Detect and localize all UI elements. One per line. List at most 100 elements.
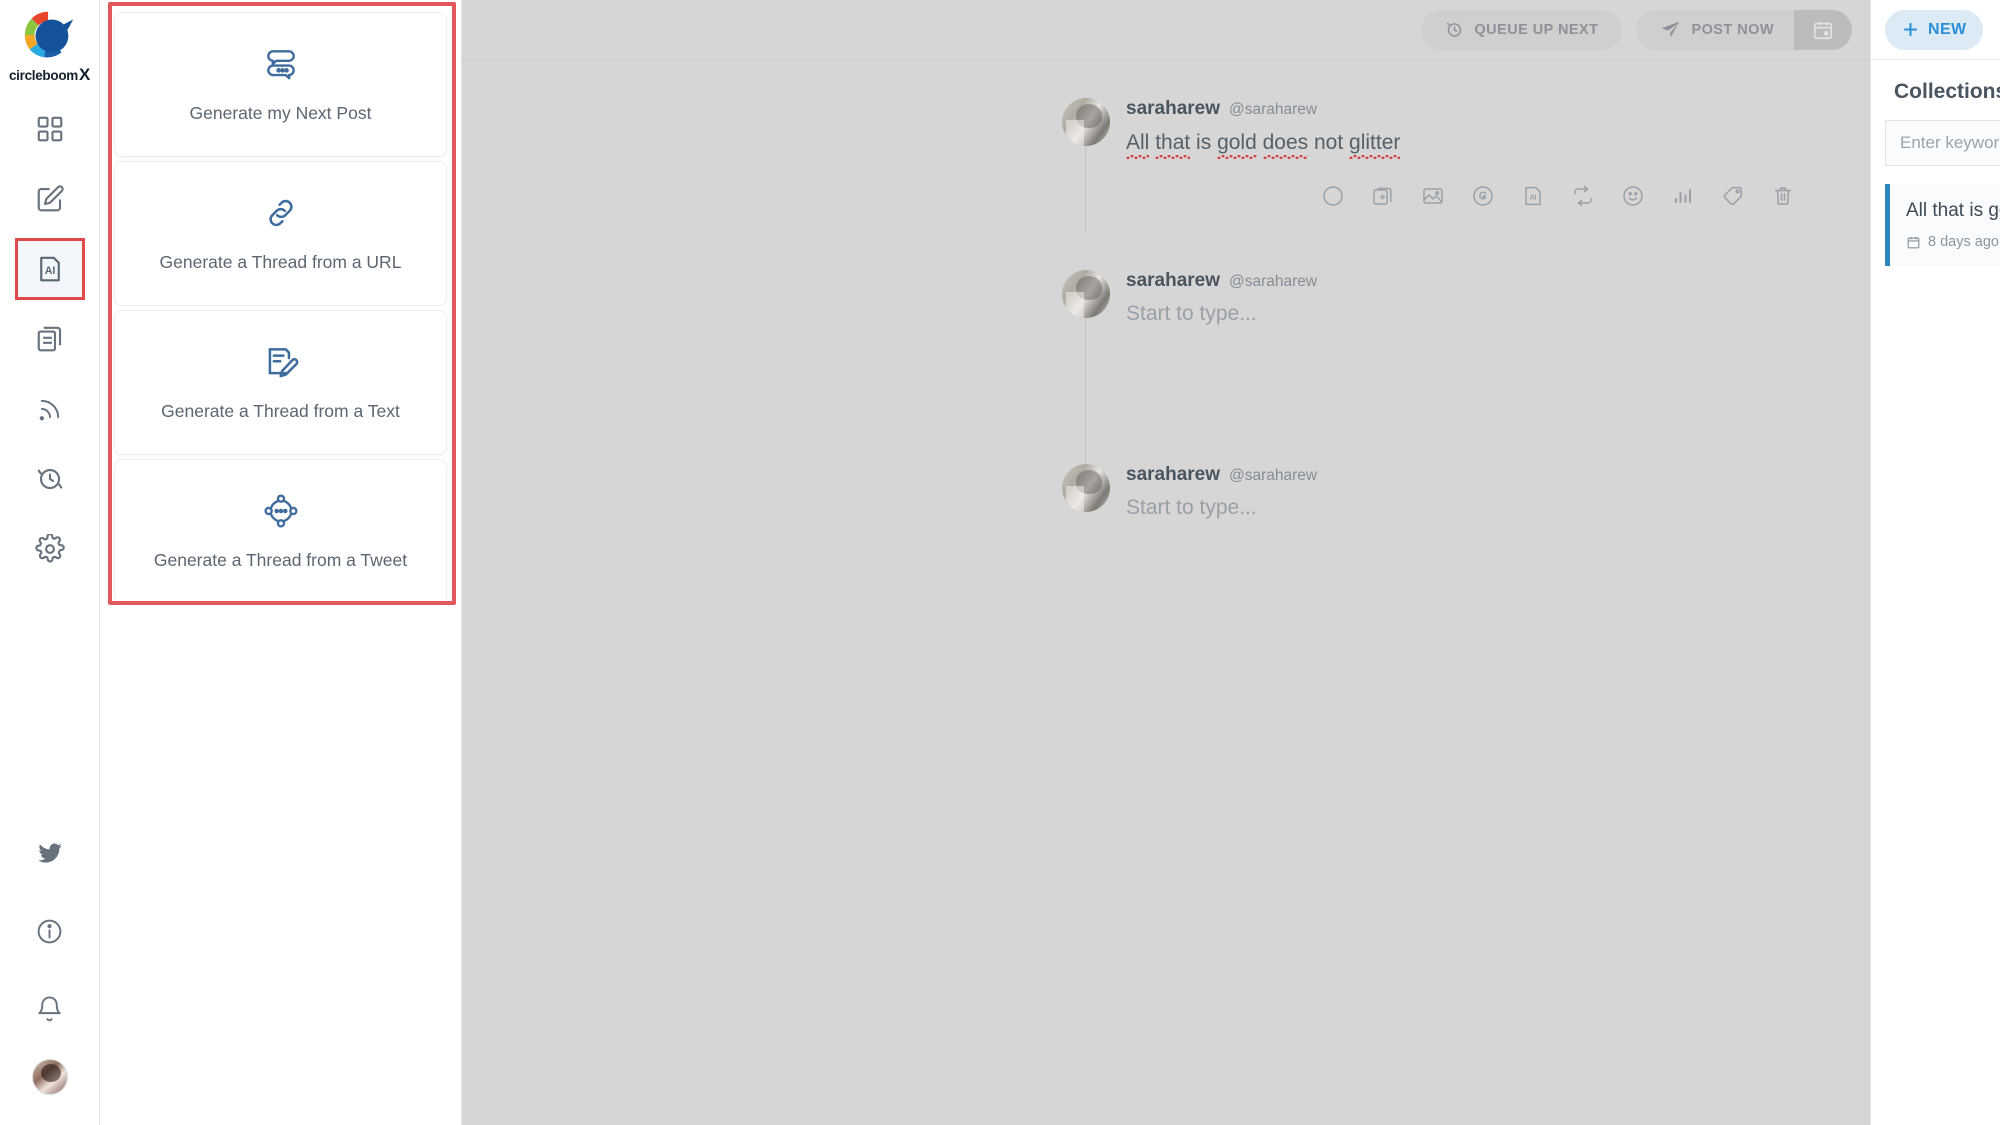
retweet-icon[interactable] [1571, 184, 1595, 208]
share-nodes-icon [262, 492, 300, 530]
copy-library-icon [37, 326, 61, 352]
tweet-text-input[interactable]: Start to type... [1126, 496, 1870, 520]
tag-icon[interactable] [1721, 184, 1745, 208]
tweet-toolbar: AI [1126, 184, 1870, 208]
sidebar-item-dashboard[interactable] [18, 101, 82, 157]
thread-tweet: saraharew @saraharew Start to type... [462, 454, 1870, 530]
link-chain-icon [262, 194, 300, 232]
compose-pencil-icon [37, 185, 64, 212]
ai-card-thread-from-text[interactable]: Generate a Thread from a Text [114, 310, 447, 455]
tweet-avatar-wrap [1062, 464, 1110, 520]
emoji-smile-icon[interactable] [1621, 184, 1645, 208]
sidebar-item-library[interactable] [18, 311, 82, 367]
tweet-text-input[interactable]: Start to type... [1126, 302, 1870, 326]
new-collection-button[interactable]: NEW [1885, 9, 1983, 50]
collections-search-placeholder: Enter keyword [1900, 133, 2000, 152]
collection-item-date: 8 days ago [1928, 234, 1999, 250]
avatar [1062, 464, 1110, 513]
poll-bars-icon[interactable] [1671, 184, 1695, 208]
calendar-clock-icon [1813, 21, 1833, 39]
tweet-author-handle: @saraharew [1229, 273, 1318, 291]
ai-card-label: Generate a Thread from a Tweet [153, 550, 408, 570]
collections-topbar: NEW [1871, 0, 2000, 60]
tweet-author-name: saraharew [1126, 270, 1221, 292]
paper-plane-icon [1662, 21, 1680, 38]
tweet-header: saraharew @saraharew [1126, 270, 1870, 292]
brand-logo[interactable]: circleboom X [0, 0, 100, 87]
sidebar-item-history[interactable] [18, 451, 82, 507]
tweet-header: saraharew @saraharew [1126, 98, 1870, 120]
rail-nav: AI [0, 101, 99, 591]
app-root: circleboom X AI Generate my Next Post Ge… [0, 0, 2000, 1125]
tweet-body: saraharew @saraharew Start to type... [1126, 270, 1870, 326]
gear-settings-icon [34, 534, 65, 563]
clock-arrow-icon [1447, 22, 1462, 37]
tweet-body: saraharew @saraharew Start to type... [1126, 464, 1870, 520]
note-pencil-icon [262, 343, 300, 381]
sidebar-item-twitter[interactable] [18, 825, 82, 881]
left-icon-rail: circleboom X AI [0, 0, 100, 1125]
avatar [1062, 98, 1110, 146]
tweet-header: saraharew @saraharew [1126, 464, 1870, 486]
tweet-thread: saraharew @saraharew All that is gold do… [462, 60, 1870, 530]
sidebar-item-settings[interactable] [18, 521, 82, 577]
avatar [1062, 270, 1110, 319]
thread-tweet: saraharew @saraharew All that is gold do… [462, 88, 1870, 235]
sidebar-item-alerts[interactable] [18, 981, 82, 1037]
ai-card-label: Generate a Thread from a Text [161, 401, 400, 421]
circleboom-logo-icon [24, 11, 73, 58]
trash-icon[interactable] [1771, 184, 1795, 208]
brand-name: circleboom [8, 68, 78, 83]
queue-up-next-button[interactable]: QUEUE UP NEXT [1421, 9, 1623, 50]
new-collection-label: NEW [1928, 20, 1967, 38]
thread-tweet: saraharew @saraharew Start to type... [462, 260, 1870, 467]
brand-wordmark: circleboom X [9, 65, 90, 85]
canva-icon[interactable] [1471, 184, 1495, 208]
post-now-button[interactable]: POST NOW [1636, 9, 1794, 50]
collection-list-item[interactable]: All that is gold does not glitter 8 days… [1885, 184, 2000, 266]
rss-feed-icon [39, 399, 59, 421]
ai-card-thread-from-url[interactable]: Generate a Thread from a URL [114, 161, 447, 306]
twitter-bird-icon [37, 843, 62, 863]
ai-card-label: Generate my Next Post [189, 103, 372, 123]
sidebar-item-rss[interactable] [18, 381, 82, 437]
ai-generate-panel: Generate my Next Post Generate a Thread … [100, 0, 462, 1125]
rail-bottom-nav [0, 825, 99, 1125]
tweet-avatar-wrap [1062, 270, 1110, 467]
sidebar-item-compose[interactable] [18, 171, 82, 227]
ai-card-generate-next-post[interactable]: Generate my Next Post [114, 12, 447, 157]
bell-icon [38, 996, 61, 1021]
history-clock-icon [37, 468, 62, 490]
thread-connector-line [1085, 146, 1086, 235]
brand-suffix: X [78, 65, 91, 84]
svg-text:AI: AI [44, 265, 55, 277]
schedule-post-button[interactable] [1794, 9, 1852, 50]
collection-item-meta: 8 days ago [1906, 234, 2000, 250]
post-now-split-button: POST NOW [1636, 9, 1852, 50]
avatar[interactable] [31, 1059, 68, 1095]
info-circle-icon [37, 919, 62, 943]
sidebar-item-ai[interactable]: AI [14, 238, 85, 300]
add-card-icon[interactable] [1371, 184, 1395, 208]
tweet-author-handle: @saraharew [1229, 101, 1318, 118]
image-icon[interactable] [1421, 184, 1445, 208]
tweet-text-input[interactable]: All that is gold does not glitter [1126, 129, 1400, 158]
queue-up-next-label: QUEUE UP NEXT [1474, 21, 1599, 38]
tweet-author-handle: @saraharew [1229, 467, 1318, 485]
char-counter-icon[interactable] [1321, 184, 1345, 208]
thread-connector-line [1085, 318, 1086, 467]
tweet-author-name: saraharew [1126, 464, 1221, 486]
collections-panel: NEW Collections Enter keyword All that i… [1870, 0, 2000, 1125]
composer-area: QUEUE UP NEXT POST NOW saraharew @saraha… [462, 0, 1870, 1125]
sidebar-item-info[interactable] [18, 903, 82, 959]
tweet-body: saraharew @saraharew All that is gold do… [1126, 98, 1870, 208]
plus-icon [1903, 22, 1918, 37]
collections-search-input[interactable]: Enter keyword [1885, 120, 2000, 166]
calendar-icon [1907, 236, 1920, 248]
tweet-avatar-wrap [1062, 98, 1110, 235]
dashboard-grid-icon [37, 116, 62, 142]
tweet-author-name: saraharew [1126, 98, 1221, 119]
ai-card-thread-from-tweet[interactable]: Generate a Thread from a Tweet [114, 459, 447, 604]
svg-text:AI: AI [1530, 195, 1537, 202]
ai-document-icon[interactable]: AI [1521, 184, 1545, 208]
